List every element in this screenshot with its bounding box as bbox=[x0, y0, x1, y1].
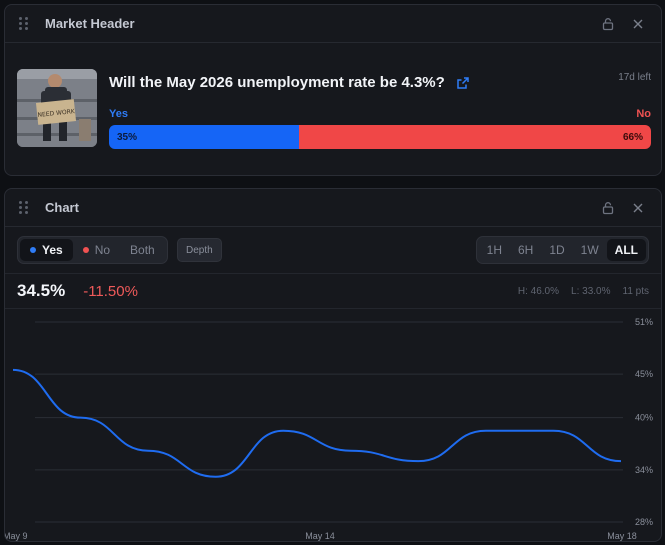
lock-icon[interactable] bbox=[599, 199, 617, 217]
external-link-icon[interactable] bbox=[455, 75, 471, 91]
market-question: Will the May 2026 unemployment rate be 4… bbox=[109, 74, 445, 91]
price-chart[interactable]: 51% 45% 40% 34% 28% May 9 May 14 May 18 bbox=[5, 310, 661, 542]
y-tick-label: 40% bbox=[635, 413, 653, 423]
market-image: NEED WORK bbox=[17, 69, 97, 147]
no-dot-icon bbox=[82, 247, 89, 253]
market-header-panel: Market Header NEED WORK Will the May 202… bbox=[4, 4, 662, 176]
outcome-yes-button[interactable]: Yes bbox=[20, 239, 73, 261]
chart-controls: Yes No Both Depth 1H 6H 1D 1W ALL bbox=[17, 236, 649, 266]
chart-title: Chart bbox=[45, 200, 79, 215]
outcome-no-button[interactable]: No bbox=[73, 239, 120, 261]
range-1w-button[interactable]: 1W bbox=[573, 239, 607, 261]
outcome-both-label: Both bbox=[130, 243, 155, 257]
market-header-panel-header: Market Header bbox=[5, 5, 661, 43]
probability-bar-yes: 35% bbox=[109, 125, 299, 149]
probability-bar-no: 66% bbox=[298, 125, 651, 149]
chart-panel: Chart Yes No Both Depth 1H 6H 1D 1W ALL … bbox=[4, 188, 662, 542]
drag-handle-icon[interactable] bbox=[19, 16, 31, 31]
outcome-no-label: No bbox=[94, 243, 111, 257]
probability-bar: 35% 66% bbox=[109, 125, 651, 149]
price-change: -11.50% bbox=[83, 282, 138, 300]
low-value: L: 33.0% bbox=[571, 285, 611, 297]
market-header-title: Market Header bbox=[45, 16, 135, 31]
drag-handle-icon[interactable] bbox=[19, 200, 31, 215]
range-1h-button[interactable]: 1H bbox=[479, 239, 510, 261]
range-1d-button[interactable]: 1D bbox=[541, 239, 572, 261]
lock-icon[interactable] bbox=[599, 15, 617, 33]
price-stats-row: 34.5% -11.50% H: 46.0% L: 33.0% 11 pts bbox=[5, 273, 661, 309]
y-tick-label: 45% bbox=[635, 369, 653, 379]
yes-dot-icon bbox=[30, 247, 36, 253]
x-tick-label: May 14 bbox=[305, 531, 335, 541]
no-label: No bbox=[636, 108, 651, 120]
y-tick-label: 51% bbox=[635, 317, 653, 327]
y-tick-label: 34% bbox=[635, 465, 653, 475]
close-icon[interactable] bbox=[629, 15, 647, 33]
price-line bbox=[12, 368, 622, 478]
points-count: 11 pts bbox=[622, 285, 650, 297]
time-range-toggle: 1H 6H 1D 1W ALL bbox=[475, 236, 649, 264]
x-tick-label: May 9 bbox=[5, 531, 28, 541]
chart-panel-header: Chart bbox=[5, 189, 661, 227]
outcome-yes-label: Yes bbox=[42, 243, 63, 257]
high-value: H: 46.0% bbox=[517, 285, 560, 297]
range-all-button[interactable]: ALL bbox=[606, 239, 646, 261]
close-icon[interactable] bbox=[629, 199, 647, 217]
current-price: 34.5% bbox=[17, 281, 66, 300]
outcome-toggle: Yes No Both bbox=[17, 236, 168, 264]
y-tick-label: 28% bbox=[635, 517, 653, 527]
range-6h-button[interactable]: 6H bbox=[510, 239, 541, 261]
x-tick-label: May 18 bbox=[607, 531, 637, 541]
depth-button[interactable]: Depth bbox=[177, 238, 222, 262]
price-meta: H: 46.0% L: 33.0% 11 pts bbox=[518, 286, 649, 297]
outcome-both-button[interactable]: Both bbox=[120, 239, 165, 261]
yes-label: Yes bbox=[109, 108, 128, 120]
time-left: 17d left bbox=[618, 72, 651, 83]
